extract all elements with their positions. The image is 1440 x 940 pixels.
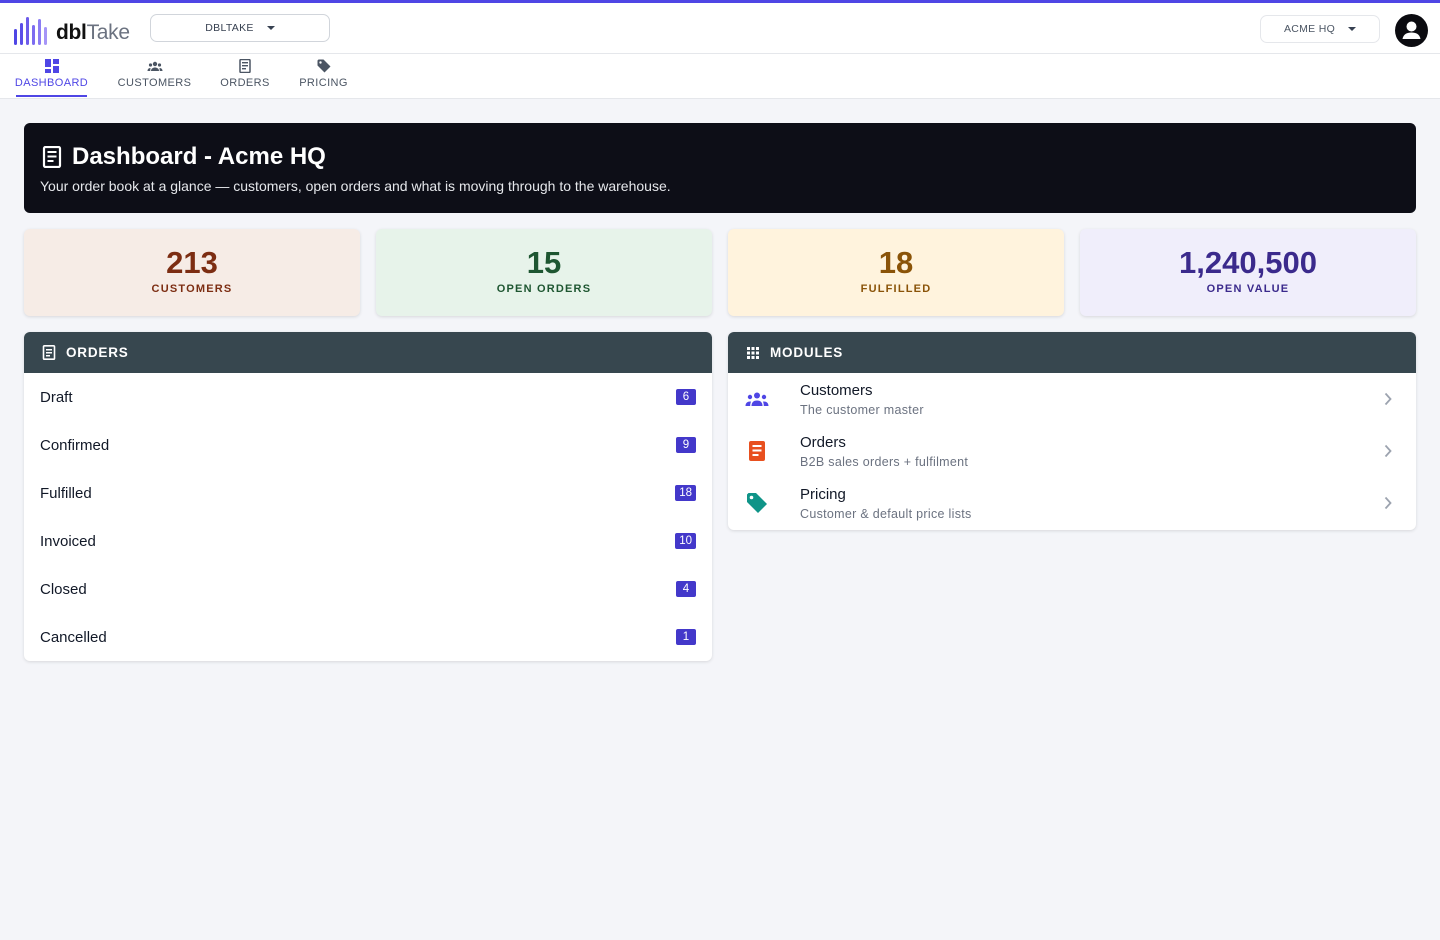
tenant-select[interactable]: DBLTAKE (150, 14, 330, 42)
app-logo[interactable]: dblTake (13, 15, 130, 45)
count-badge: 9 (676, 437, 696, 453)
tag-icon (317, 59, 330, 73)
receipt-icon (239, 59, 251, 73)
people-icon (147, 61, 162, 71)
receipt-icon (744, 438, 770, 464)
order-status-row-closed[interactable]: Closed 4 (24, 565, 712, 613)
module-title: Pricing (800, 486, 846, 503)
count-badge: 10 (675, 533, 696, 549)
tab-orders[interactable]: ORDERS (220, 54, 270, 98)
order-status-row-cancelled[interactable]: Cancelled 1 (24, 613, 712, 661)
chevron-right-icon (1384, 496, 1392, 510)
module-link-pricing[interactable]: Pricing Customer & default price lists (728, 477, 1416, 529)
kpi-label: FULFILLED (860, 283, 932, 295)
orders-panel-title: ORDERS (66, 345, 129, 360)
module-title: Customers (800, 382, 873, 399)
count-badge: 4 (676, 581, 696, 597)
page-title-text: Dashboard - Acme HQ (72, 143, 326, 170)
module-description: Customer & default price lists (800, 507, 972, 521)
company-select[interactable]: ACME HQ (1260, 15, 1380, 43)
order-status-label: Fulfilled (40, 484, 92, 502)
order-status-label: Confirmed (40, 436, 110, 454)
kpi-value: 15 (526, 245, 562, 280)
receipt-icon (42, 345, 56, 360)
chevron-down-icon (266, 26, 275, 30)
modules-panel-header: MODULES (728, 332, 1416, 373)
kpi-label: OPEN VALUE (1206, 283, 1290, 295)
apps-grid-icon (747, 346, 759, 359)
main-tabs: DASHBOARD CUSTOMERS ORDERS PRICING (0, 54, 1440, 99)
tab-label: ORDERS (220, 77, 270, 89)
module-description: The customer master (800, 403, 924, 417)
chevron-right-icon (1384, 444, 1392, 458)
count-badge: 1 (676, 629, 696, 645)
kpi-value: 18 (878, 245, 914, 280)
tab-dashboard[interactable]: DASHBOARD (14, 54, 89, 98)
order-status-label: Invoiced (40, 532, 96, 550)
company-select-value: ACME HQ (1283, 23, 1336, 35)
dashboard-icon (44, 59, 59, 73)
people-icon (744, 386, 770, 412)
order-status-row-draft[interactable]: Draft 6 (24, 373, 712, 421)
modules-panel: MODULES Customers The customer master Or… (728, 332, 1416, 530)
account-circle-icon[interactable] (1395, 14, 1428, 47)
kpi-card-fulfilled: 18 FULFILLED (728, 229, 1064, 316)
order-status-label: Closed (40, 580, 87, 598)
kpi-label: CUSTOMERS (151, 283, 233, 295)
modules-panel-title: MODULES (770, 345, 844, 360)
tenant-select-value: DBLTAKE (205, 22, 254, 34)
module-description: B2B sales orders + fulfilment (800, 455, 969, 469)
order-status-label: Draft (40, 388, 73, 406)
module-link-customers[interactable]: Customers The customer master (728, 373, 1416, 425)
orders-panel: ORDERS Draft 6 Confirmed 9 Fulfilled 18 … (24, 332, 712, 661)
count-badge: 6 (676, 389, 696, 405)
tab-label: CUSTOMERS (117, 77, 192, 89)
kpi-card-customers: 213 CUSTOMERS (24, 229, 360, 316)
module-title: Orders (800, 434, 846, 451)
chevron-right-icon (1384, 392, 1392, 406)
tag-icon (744, 490, 770, 516)
top-bar: dblTake DBLTAKE ACME HQ (0, 0, 1440, 54)
kpi-value: 213 (166, 245, 218, 280)
tab-label: PRICING (299, 77, 348, 89)
tab-pricing[interactable]: PRICING (299, 54, 348, 98)
kpi-label: OPEN ORDERS (496, 283, 592, 295)
order-status-label: Cancelled (40, 628, 107, 646)
tab-label: DASHBOARD (14, 77, 89, 89)
orders-panel-header: ORDERS (24, 332, 712, 373)
order-status-row-invoiced[interactable]: Invoiced 10 (24, 517, 712, 565)
count-badge: 18 (675, 485, 696, 501)
kpi-card-open-value: 1,240,500 OPEN VALUE (1080, 229, 1416, 316)
chevron-down-icon (1348, 27, 1357, 31)
module-link-orders[interactable]: Orders B2B sales orders + fulfilment (728, 425, 1416, 477)
logo-bars-icon (14, 17, 47, 45)
order-status-row-fulfilled[interactable]: Fulfilled 18 (24, 469, 712, 517)
kpi-value: 1,240,500 (1179, 245, 1317, 280)
page-subtitle: Your order book at a glance — customers,… (40, 178, 671, 194)
kpi-card-open-orders: 15 OPEN ORDERS (376, 229, 712, 316)
receipt-icon (42, 146, 62, 168)
brand-name: dblTake (56, 21, 130, 44)
page-title: Dashboard - Acme HQ (42, 143, 326, 171)
order-status-row-confirmed[interactable]: Confirmed 9 (24, 421, 712, 469)
tab-customers[interactable]: CUSTOMERS (117, 54, 192, 98)
